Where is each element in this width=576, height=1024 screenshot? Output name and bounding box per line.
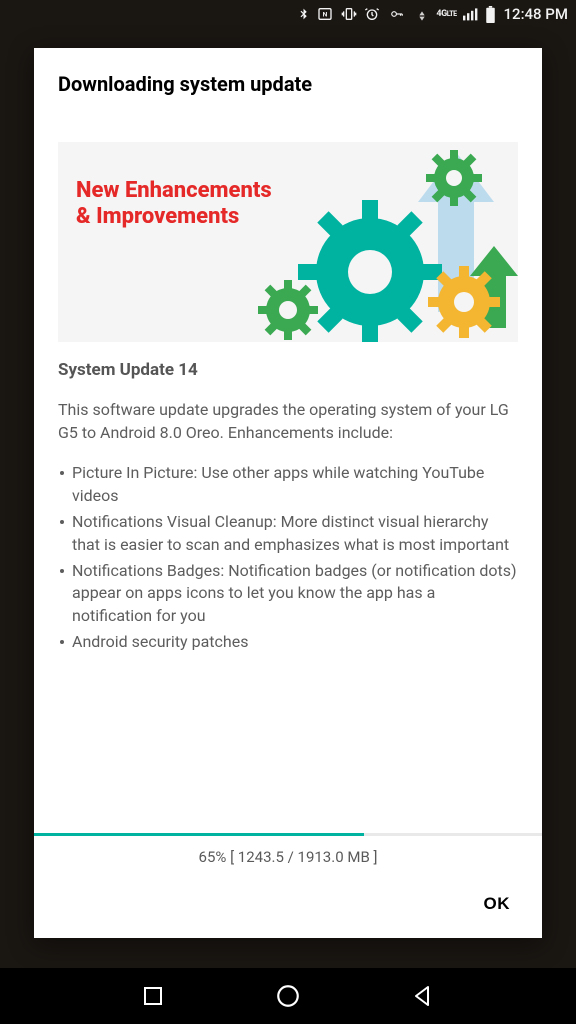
android-nav-bar [0,968,576,1024]
ok-button[interactable]: OK [474,884,521,924]
bluetooth-icon [297,6,310,22]
system-update-dialog: Downloading system update New Enhancemen… [34,48,542,938]
progress-text: 65% [ 1243.5 / 1913.0 MB ] [34,844,542,880]
progress-fill [34,833,364,836]
battery-icon [485,6,496,23]
signal-icon [463,7,479,21]
network-4g-icon: 4GLTE [436,10,456,19]
status-bar-clock: 12:48 PM [504,5,568,23]
list-item: Android security patches [58,631,518,653]
update-subtitle: System Update 14 [58,360,518,380]
progress-bar [34,833,542,836]
home-button[interactable] [275,983,301,1009]
back-button[interactable] [411,984,435,1008]
svg-text:N: N [323,11,328,19]
vibrate-icon [340,6,358,22]
nfc-icon: N [316,6,334,22]
update-bullets: Picture In Picture: Use other apps while… [58,462,518,653]
status-bar: N 4GLTE 12:48 PM [0,0,576,28]
wifi-activity-icon [414,6,430,22]
list-item: Notifications Visual Cleanup: More disti… [58,511,518,556]
update-description: This software update upgrades the operat… [58,398,518,444]
update-banner: New Enhancements & Improvements [58,142,518,342]
download-progress: 65% [ 1243.5 / 1913.0 MB ] [34,825,542,880]
list-item: Notifications Badges: Notification badge… [58,560,518,627]
banner-gears-icon [258,142,518,342]
alarm-icon [364,6,380,22]
dialog-footer: OK [34,880,542,938]
dialog-body[interactable]: New Enhancements & Improvements [34,104,542,825]
recent-apps-button[interactable] [141,984,165,1008]
dialog-title: Downloading system update [34,48,542,104]
vpn-key-icon [386,7,408,21]
list-item: Picture In Picture: Use other apps while… [58,462,518,507]
